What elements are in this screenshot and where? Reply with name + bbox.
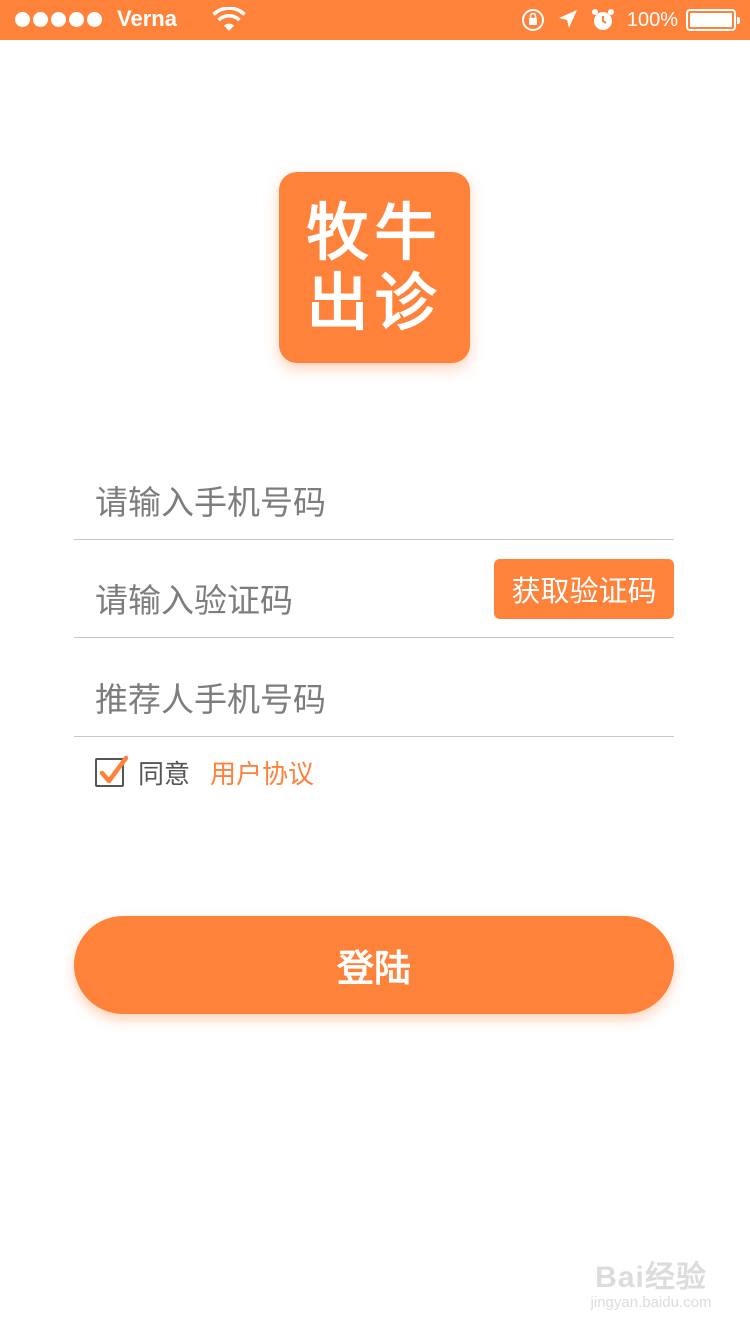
phone-field-row — [74, 442, 674, 540]
watermark-main: Bai经验 — [595, 1261, 707, 1294]
carrier-name: Verna — [117, 6, 177, 31]
phone-input[interactable] — [95, 479, 475, 525]
app-logo-line-2: 出诊 — [306, 265, 443, 339]
orientation-lock-icon — [521, 9, 544, 31]
app-logo: 牧牛 出诊 — [279, 172, 470, 363]
verification-code-input[interactable] — [95, 577, 475, 623]
user-agreement-link[interactable]: 用户协议 — [210, 754, 314, 791]
verification-code-field-row: 获取验证码 — [74, 540, 674, 638]
agree-checkbox[interactable] — [95, 755, 129, 787]
alarm-clock-icon — [591, 9, 614, 30]
baidu-jingyan-watermark: Bai经验 jingyan.baidu.com — [576, 1252, 726, 1322]
signal-strength-icon — [15, 12, 102, 27]
wifi-icon — [212, 7, 246, 31]
battery-percentage: 100% — [626, 8, 678, 31]
location-arrow-icon — [558, 10, 577, 28]
agree-label: 同意 — [138, 759, 191, 790]
checkmark-icon — [99, 755, 129, 783]
battery-icon — [686, 9, 740, 31]
watermark-url: jingyan.baidu.com — [590, 1294, 712, 1311]
referrer-field-row — [74, 639, 674, 737]
app-logo-line-1: 牧牛 — [306, 196, 443, 270]
status-bar: Verna 100% — [0, 0, 750, 40]
referrer-phone-input[interactable] — [95, 676, 475, 722]
get-code-button[interactable]: 获取验证码 — [494, 559, 674, 619]
agreement-row: 同意 用户协议 — [95, 754, 314, 790]
login-button[interactable]: 登陆 — [74, 916, 674, 1014]
